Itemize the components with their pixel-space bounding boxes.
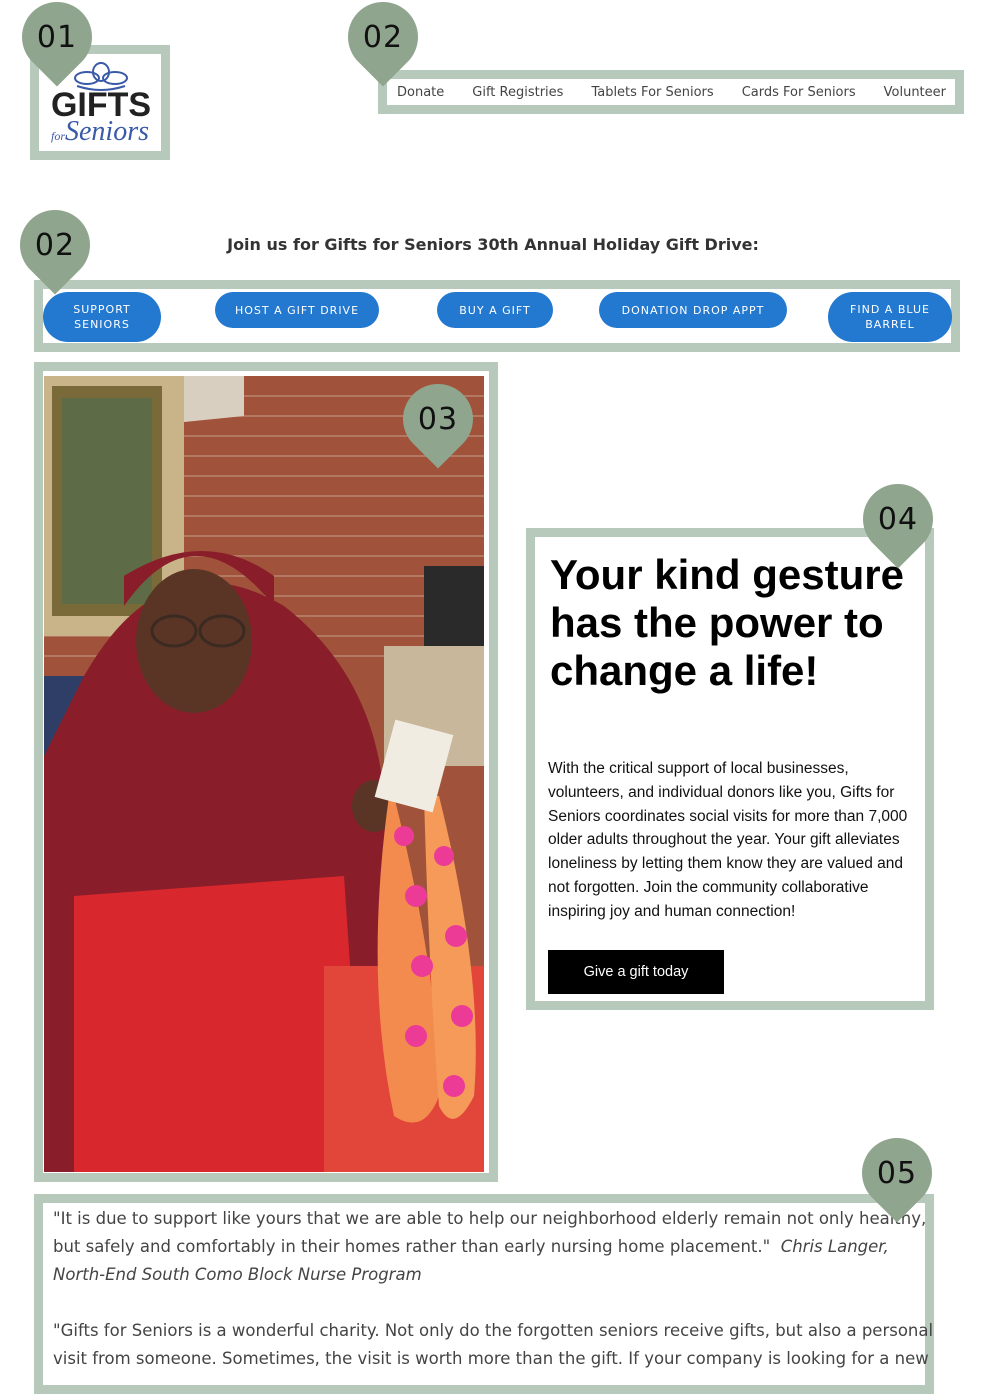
message-card-frame: Your kind gesture has the power to chang… xyxy=(526,528,934,1010)
top-nav: Donate Gift Registries Tablets For Senio… xyxy=(397,79,974,105)
testimonial-2: "Gifts for Seniors is a wonderful charit… xyxy=(53,1321,934,1368)
testimonials: "It is due to support like yours that we… xyxy=(53,1205,943,1383)
support-seniors-button[interactable]: SUPPORT SENIORS xyxy=(43,292,161,342)
marker-02-cta: 02 xyxy=(5,195,105,295)
nav-gift-registries[interactable]: Gift Registries xyxy=(472,85,563,100)
logo-seniors-text: Seniors xyxy=(65,116,149,146)
testimonials-frame: "It is due to support like yours that we… xyxy=(34,1194,934,1394)
nav-donate[interactable]: Donate xyxy=(397,85,444,100)
top-nav-frame: Donate Gift Registries Tablets For Senio… xyxy=(378,70,964,114)
marker-03: 03 xyxy=(388,369,488,469)
card-body-text: With the critical support of local busin… xyxy=(548,760,908,920)
cta-buttons-frame: SUPPORT SENIORS HOST A GIFT DRIVE BUY A G… xyxy=(34,280,960,352)
host-gift-drive-button[interactable]: HOST A GIFT DRIVE xyxy=(215,292,379,328)
senior-with-gift-photo xyxy=(44,376,484,1172)
testimonial-1: "It is due to support like yours that we… xyxy=(53,1209,927,1284)
nav-cards-for-seniors[interactable]: Cards For Seniors xyxy=(742,85,856,100)
buy-a-gift-button[interactable]: BUY A GIFT xyxy=(437,292,553,328)
find-blue-barrel-button[interactable]: FIND A BLUE BARREL xyxy=(828,292,952,342)
gift-drive-heading: Join us for Gifts for Seniors 30th Annua… xyxy=(227,235,759,254)
nav-volunteer[interactable]: Volunteer xyxy=(884,85,946,100)
photo-frame xyxy=(34,362,498,1182)
marker-04: 04 xyxy=(848,469,948,569)
donation-drop-appt-button[interactable]: DONATION DROP APPT xyxy=(599,292,787,328)
card-headline: Your kind gesture has the power to chang… xyxy=(550,551,904,694)
nav-tablets-for-seniors[interactable]: Tablets For Seniors xyxy=(591,85,713,100)
marker-05: 05 xyxy=(847,1123,947,1223)
give-gift-today-button[interactable]: Give a gift today xyxy=(548,950,724,994)
logo-for-text: for xyxy=(51,129,65,143)
